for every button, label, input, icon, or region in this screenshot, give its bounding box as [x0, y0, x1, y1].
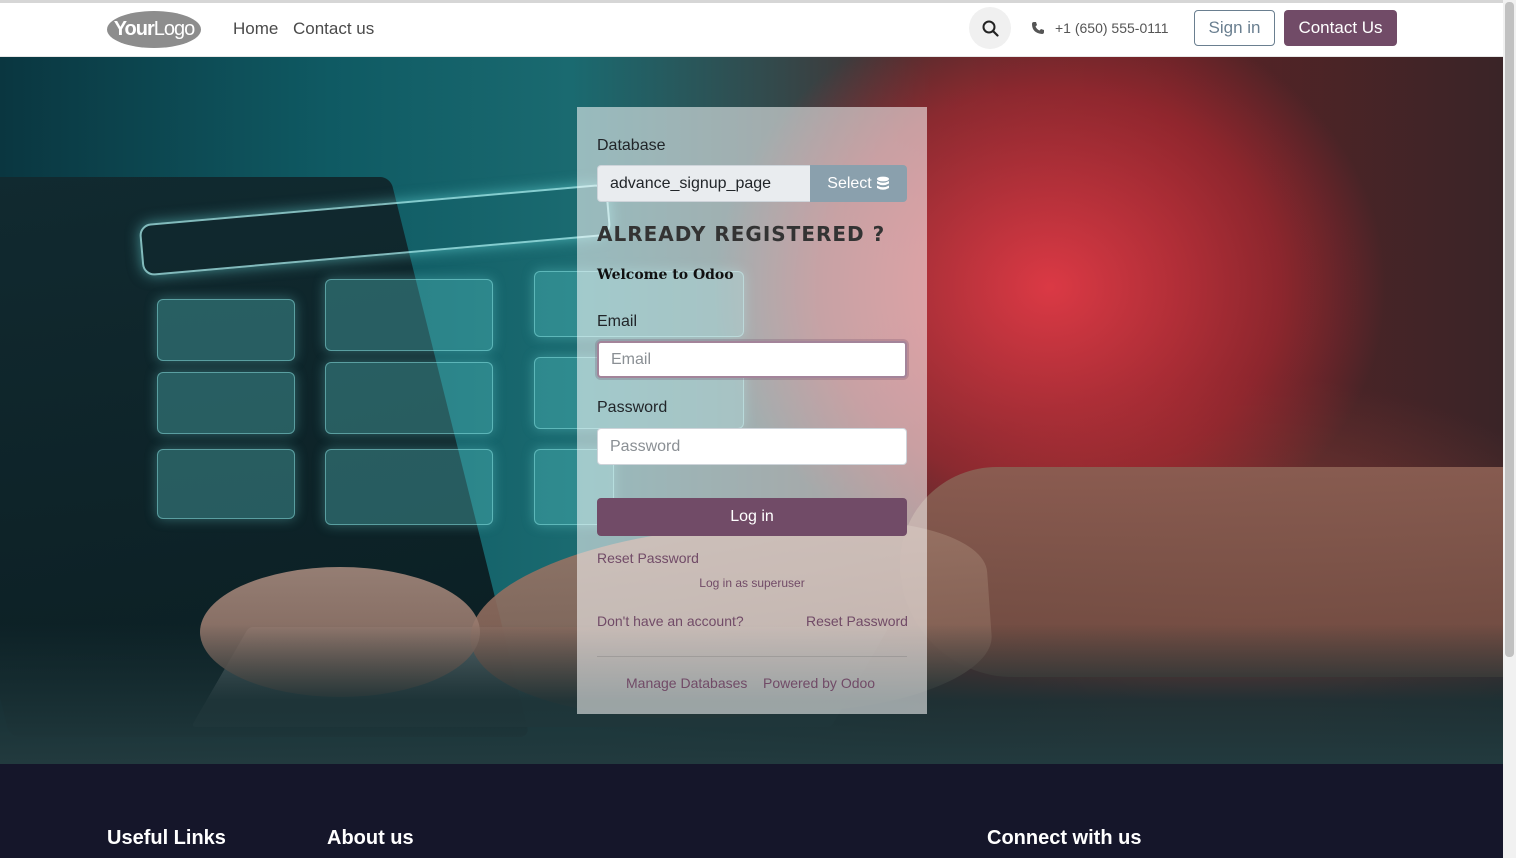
search-button[interactable] [969, 7, 1011, 49]
nav-home[interactable]: Home [233, 19, 278, 39]
database-icon [876, 176, 889, 190]
footer-heading-about-us: About us [327, 827, 414, 849]
email-field[interactable]: Email [597, 341, 907, 378]
site-footer: Useful Links About us Connect with us [0, 764, 1503, 858]
password-field[interactable]: Password [597, 428, 907, 465]
select-label: Select [827, 174, 872, 192]
reset-password-link[interactable]: Reset Password [597, 550, 699, 566]
database-label: Database [597, 137, 666, 154]
powered-by-odoo-link[interactable]: Powered by Odoo [763, 675, 875, 691]
holo-tile [157, 372, 295, 434]
database-select-button[interactable]: Select [810, 165, 907, 202]
divider [597, 656, 907, 657]
search-icon [982, 20, 999, 37]
sign-in-button[interactable]: Sign in [1194, 10, 1275, 46]
password-label: Password [597, 399, 668, 416]
holo-tile [157, 299, 295, 361]
login-title: ALREADY REGISTERED ? [597, 222, 886, 246]
superuser-login-link[interactable]: Log in as superuser [577, 576, 927, 590]
site-logo[interactable]: Your Logo [107, 11, 201, 48]
footer-heading-useful-links: Useful Links [107, 827, 226, 849]
footer-heading-connect: Connect with us [987, 827, 1142, 849]
login-panel: Database advance_signup_page Select ALRE… [577, 107, 927, 714]
phone-link[interactable]: +1 (650) 555-0111 [1031, 20, 1169, 36]
logo-text: Logo [153, 18, 195, 40]
database-input[interactable]: advance_signup_page [597, 165, 810, 202]
welcome-text: Welcome to Odoo [597, 267, 734, 283]
signup-link[interactable]: Don't have an account? [597, 613, 744, 629]
holo-tile [325, 362, 493, 434]
contact-us-button[interactable]: Contact Us [1284, 10, 1397, 46]
reset-password-link-2[interactable]: Reset Password [806, 613, 908, 629]
scrollbar-thumb[interactable] [1505, 2, 1514, 657]
logo-text-bold: Your [113, 18, 155, 40]
phone-number: +1 (650) 555-0111 [1055, 20, 1169, 36]
manage-databases-link[interactable]: Manage Databases [626, 675, 747, 691]
phone-icon [1032, 22, 1044, 34]
holo-tile [325, 449, 493, 525]
email-label: Email [597, 313, 638, 330]
holo-tile [157, 449, 295, 519]
database-selector: advance_signup_page Select [597, 165, 907, 202]
nav-contact-us[interactable]: Contact us [293, 19, 374, 39]
site-header: Your Logo Home Contact us +1 (650) 555-01… [0, 3, 1503, 57]
login-button[interactable]: Log in [597, 498, 907, 536]
holo-tile [325, 279, 493, 351]
